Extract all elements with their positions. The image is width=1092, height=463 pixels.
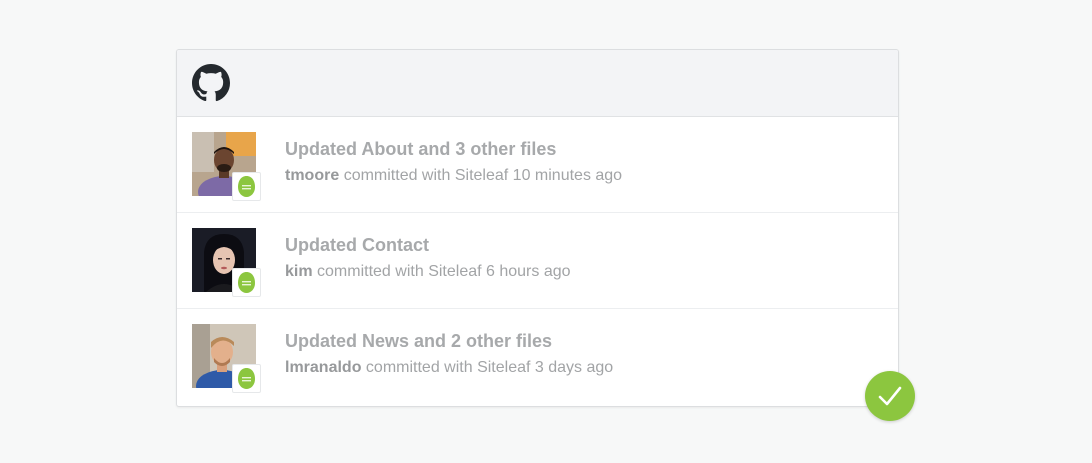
commit-meta: tmoore committed with Siteleaf 10 minute… <box>285 166 622 186</box>
commit-action: committed with <box>343 167 451 184</box>
siteleaf-badge <box>232 172 261 201</box>
commit-meta: lmranaldo committed with Siteleaf 3 days… <box>285 358 613 378</box>
commit-title[interactable]: Updated About and 3 other files <box>285 138 622 160</box>
commit-author[interactable]: lmranaldo <box>285 359 361 376</box>
siteleaf-icon <box>238 176 255 197</box>
checkmark-icon <box>878 386 902 406</box>
siteleaf-icon <box>238 272 255 293</box>
commit-time: 3 days ago <box>534 359 614 376</box>
success-status-badge <box>865 371 915 421</box>
siteleaf-badge <box>232 268 261 297</box>
commit-text: Updated About and 3 other files tmoore c… <box>285 138 622 186</box>
panel-header <box>177 50 898 117</box>
commit-time: 6 hours ago <box>486 263 571 280</box>
commit-row[interactable]: Updated Contact kim committed with Sitel… <box>177 213 898 309</box>
commit-row[interactable]: Updated About and 3 other files tmoore c… <box>177 117 898 213</box>
commit-action: committed with <box>365 359 473 376</box>
commit-app: Siteleaf <box>428 263 482 280</box>
commit-app: Siteleaf <box>454 167 509 184</box>
commit-author[interactable]: kim <box>285 263 313 280</box>
github-icon[interactable] <box>192 64 230 102</box>
commit-panel: Updated About and 3 other files tmoore c… <box>176 49 899 407</box>
siteleaf-icon <box>238 368 255 389</box>
commit-title[interactable]: Updated News and 2 other files <box>285 330 613 352</box>
commit-action: committed with <box>317 263 424 280</box>
commit-text: Updated Contact kim committed with Sitel… <box>285 234 571 282</box>
commit-row[interactable]: Updated News and 2 other files lmranaldo… <box>177 309 898 404</box>
commit-title[interactable]: Updated Contact <box>285 234 571 256</box>
commit-app: Siteleaf <box>477 359 531 376</box>
commit-time: 10 minutes ago <box>512 167 623 184</box>
commit-text: Updated News and 2 other files lmranaldo… <box>285 330 613 378</box>
commit-meta: kim committed with Siteleaf 6 hours ago <box>285 262 571 282</box>
siteleaf-badge <box>232 364 261 393</box>
commit-author[interactable]: tmoore <box>285 167 339 184</box>
